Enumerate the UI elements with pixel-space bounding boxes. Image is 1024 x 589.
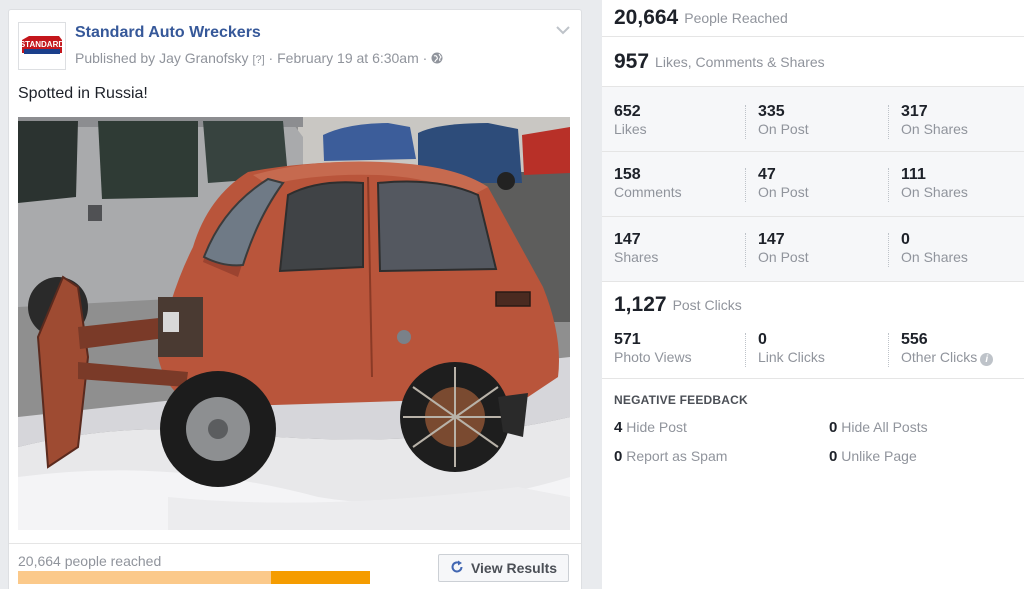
refresh-icon <box>450 560 464 577</box>
unlike-page-count: 0 Unlike Page <box>829 448 917 465</box>
people-reached-row: 20,664 People Reached <box>602 0 1024 37</box>
author-link[interactable]: Jay Granofsky <box>159 50 248 66</box>
help-mark[interactable]: [?] <box>252 54 264 66</box>
link-clicks: 0 Link Clicks <box>745 331 888 367</box>
page-logo[interactable]: STANDARD <box>18 22 66 70</box>
comments-total: 158 Comments <box>614 166 682 200</box>
organic-reach-fill <box>18 571 272 584</box>
post-clicks-value: 1,127 <box>614 293 667 316</box>
shares-total: 147 Shares <box>614 231 659 265</box>
clicks-breakdown: 571 Photo Views 0 Link Clicks 556 Other Cli… <box>602 326 1024 367</box>
people-reached-text: 20,664 people reached <box>18 553 162 569</box>
post-clicks-block: 1,127 Post Clicks 571 Photo Views 0 Link C… <box>602 282 1024 379</box>
engagement-value: 957 <box>614 49 650 73</box>
post-header: STANDARD Standard Auto Wreckers Publishe… <box>18 22 571 70</box>
shares-on-shares: 0 On Shares <box>888 231 1024 267</box>
people-reached-value: 20,664 <box>614 6 679 29</box>
info-icon[interactable]: i <box>980 353 994 366</box>
report-spam-count: 0 Report as Spam <box>614 448 728 465</box>
engagement-breakdown: 652 Likes 335 On Post 317 On Shares 158 Comm… <box>602 87 1024 282</box>
post-card: STANDARD Standard Auto Wreckers Publishe… <box>8 9 582 589</box>
shares-on-post: 147 On Post <box>745 231 888 267</box>
post-date-link[interactable]: February 19 at 6:30am <box>277 50 419 66</box>
chevron-down-icon[interactable] <box>555 22 571 38</box>
comments-on-post: 47 On Post <box>745 166 888 202</box>
post-clicks-label: Post Clicks <box>672 297 742 313</box>
page-name-link[interactable]: Standard Auto Wreckers <box>75 24 261 42</box>
photo-views: 571 Photo Views <box>614 331 692 365</box>
insights-panel: 20,664 People Reached 957 Likes, Comment… <box>602 0 1024 589</box>
globe-icon <box>431 50 443 66</box>
view-results-button[interactable]: View Results <box>438 554 569 582</box>
other-clicks: 556 Other Clicks i <box>888 331 1024 367</box>
likes-row: 652 Likes 335 On Post 317 On Shares <box>602 87 1024 152</box>
post-clicks-row: 1,127 Post Clicks <box>602 282 1024 326</box>
engagement-label: Likes, Comments & Shares <box>655 53 825 70</box>
likes-total: 652 Likes <box>614 103 647 137</box>
comments-on-shares: 111 On Shares <box>888 166 1024 202</box>
likes-on-shares: 317 On Shares <box>888 103 1024 139</box>
likes-on-post: 335 On Post <box>745 103 888 139</box>
view-results-label: View Results <box>470 560 558 576</box>
people-reached-label: People Reached <box>684 10 788 26</box>
post-meta: Published by Jay Granofsky [?] · Februar… <box>75 50 443 66</box>
published-prefix: Published by <box>75 50 160 66</box>
svg-text:STANDARD: STANDARD <box>20 40 65 49</box>
negative-feedback-title: NEGATIVE FEEDBACK <box>614 393 748 407</box>
hide-all-posts-count: 0 Hide All Posts <box>829 419 928 436</box>
post-photo[interactable] <box>18 117 570 530</box>
shares-row: 147 Shares 147 On Post 0 On Shares <box>602 217 1024 282</box>
separator: · <box>418 50 432 66</box>
post-text: Spotted in Russia! <box>18 85 148 102</box>
engagement-row: 957 Likes, Comments & Shares <box>602 37 1024 87</box>
hide-post-count: 4 Hide Post <box>614 419 687 436</box>
reach-progress-bar <box>18 571 370 584</box>
post-footer: 20,664 people reached View Results <box>9 543 581 589</box>
separator: · <box>264 50 278 66</box>
paid-reach-fill <box>271 571 370 584</box>
comments-row: 158 Comments 47 On Post 111 On Shares <box>602 152 1024 217</box>
